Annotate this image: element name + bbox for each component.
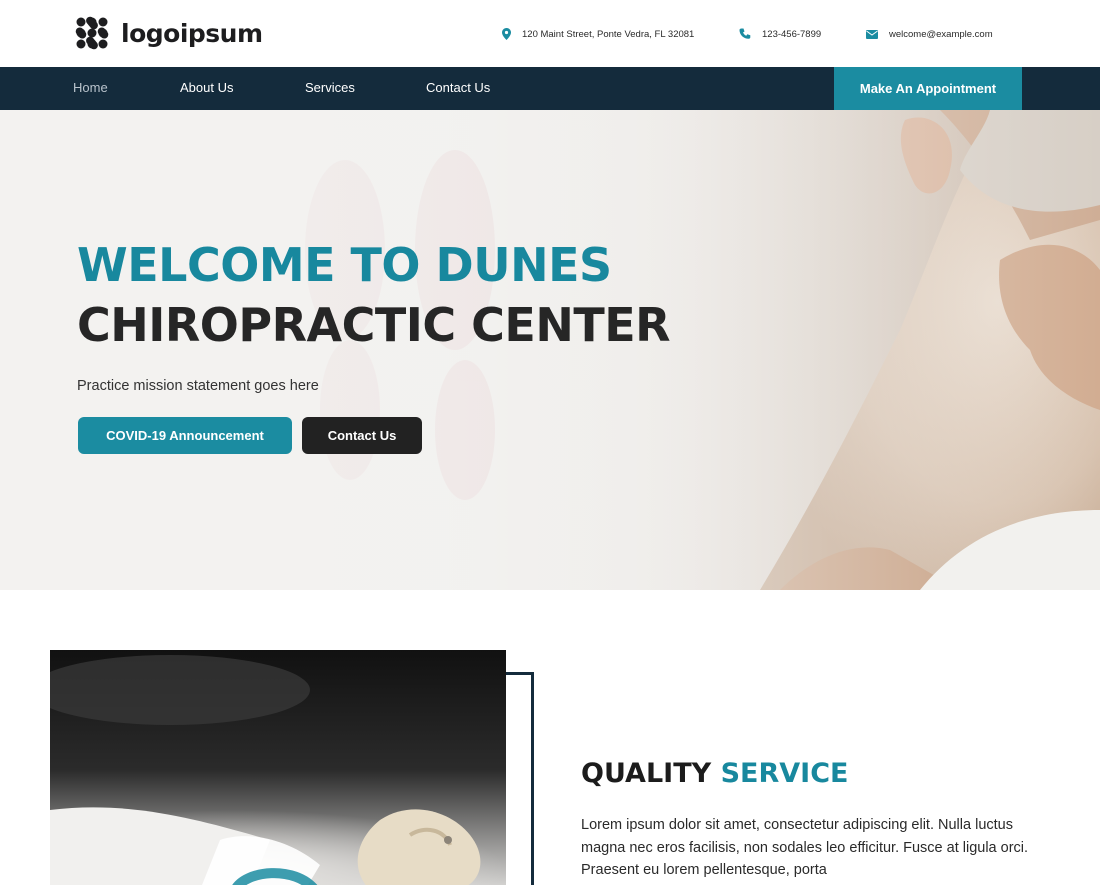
- logo-text: logoipsum: [121, 18, 263, 48]
- quality-heading-word-1: QUALITY: [581, 758, 712, 789]
- phone-text: 123-456-7899: [762, 28, 822, 40]
- nav-item-contact-us[interactable]: Contact Us: [426, 80, 490, 95]
- covid-announcement-button[interactable]: COVID-19 Announcement: [78, 417, 292, 454]
- map-pin-icon: [502, 28, 511, 40]
- quality-service-heading: QUALITY SERVICE: [581, 758, 848, 789]
- nav-item-home[interactable]: Home: [73, 80, 108, 95]
- hero-title-line-1: WELCOME TO DUNES: [77, 238, 612, 292]
- nav-item-services[interactable]: Services: [305, 80, 355, 95]
- hero-section: WELCOME TO DUNES CHIROPRACTIC CENTER Pra…: [0, 110, 1100, 590]
- hero-title-line-2: CHIROPRACTIC CENTER: [77, 298, 671, 352]
- make-appointment-button[interactable]: Make An Appointment: [834, 67, 1022, 110]
- quality-service-body: Lorem ipsum dolor sit amet, consectetur …: [581, 817, 1029, 878]
- top-header: logoipsum 120 Maint Street, Ponte Vedra,…: [0, 0, 1100, 67]
- quality-service-image: [50, 650, 506, 885]
- nav-item-about-us[interactable]: About Us: [180, 80, 233, 95]
- quality-heading-word-2: SERVICE: [720, 758, 849, 789]
- logo-mark-icon: [75, 16, 109, 50]
- hero-subtitle: Practice mission statement goes here: [77, 378, 319, 394]
- address-info: 120 Maint Street, Ponte Vedra, FL 32081: [502, 26, 694, 42]
- envelope-icon: [866, 29, 878, 39]
- logo[interactable]: logoipsum: [73, 14, 263, 52]
- email-text: welcome@example.com: [889, 28, 993, 40]
- phone-icon: [739, 28, 751, 39]
- spine-model-photo: [50, 650, 506, 885]
- contact-us-button[interactable]: Contact Us: [302, 417, 422, 454]
- phone-info[interactable]: 123-456-7899: [739, 26, 821, 42]
- email-info[interactable]: welcome@example.com: [866, 26, 993, 42]
- address-text: 120 Maint Street, Ponte Vedra, FL 32081: [522, 28, 695, 40]
